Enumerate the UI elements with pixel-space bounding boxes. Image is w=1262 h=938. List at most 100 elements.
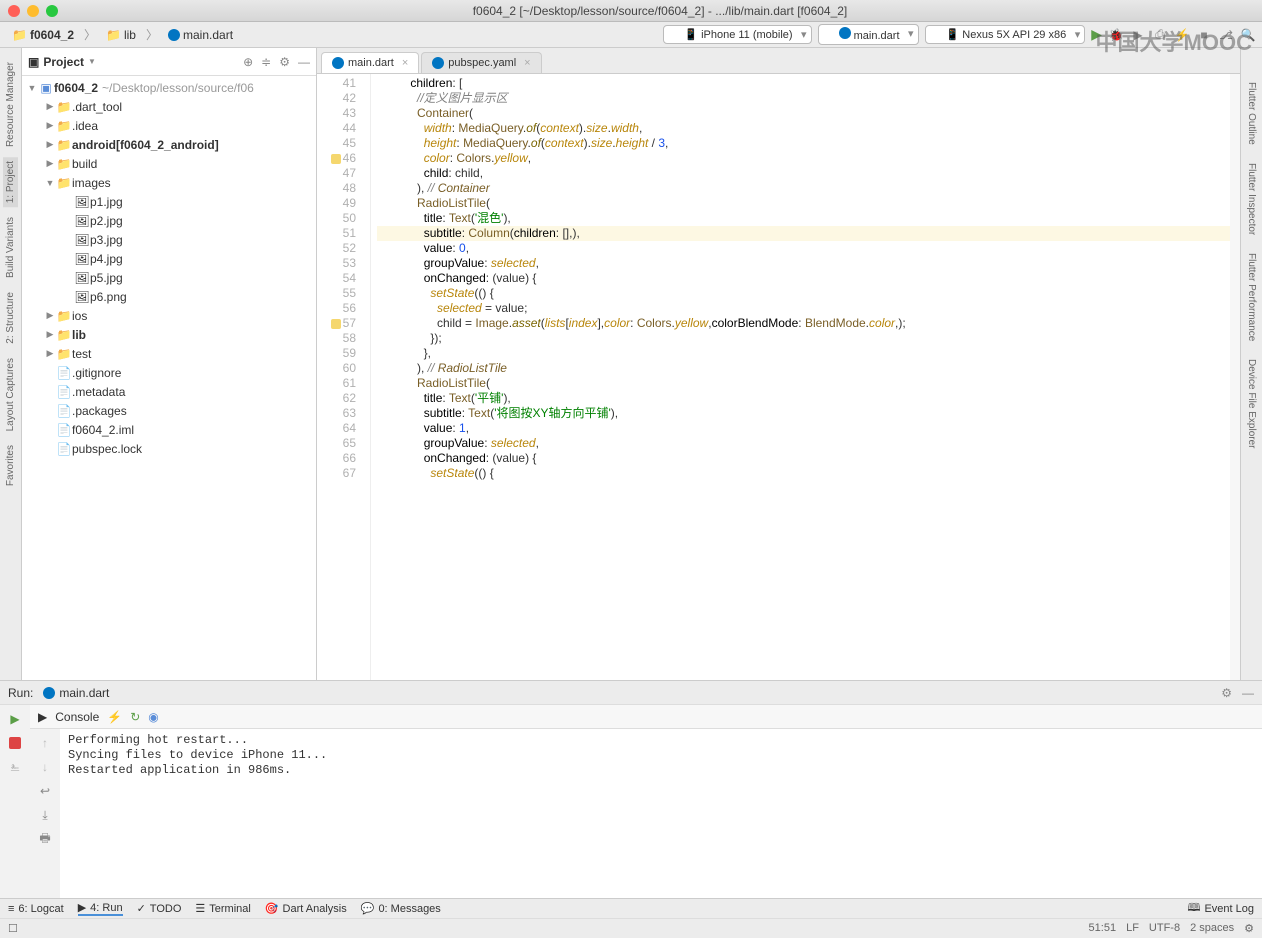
expand-icon[interactable]: ▶ (44, 120, 56, 131)
scrollbar[interactable] (1230, 74, 1240, 680)
editor-content[interactable]: children: [ //定义图片显示区 Container( width: … (371, 74, 1240, 680)
bottom-tool-button[interactable]: 💬 0: Messages (361, 902, 441, 915)
line-separator[interactable]: LF (1126, 922, 1139, 935)
indent-setting[interactable]: 2 spaces (1190, 922, 1234, 935)
phone-icon: 📱 (684, 29, 698, 41)
expand-icon[interactable]: ▶ (44, 348, 56, 359)
traffic-lights (8, 5, 58, 17)
tree-node[interactable]: 📄pubspec.lock (22, 439, 316, 458)
tree-node[interactable]: 🖼p3.jpg (22, 230, 316, 249)
side-tab[interactable]: Flutter Outline (1244, 78, 1259, 149)
side-tab[interactable]: Device File Explorer (1244, 355, 1259, 452)
project-view-selector[interactable]: ▣Project ▼ (28, 55, 96, 69)
fld-icon: 📁 (56, 138, 72, 152)
restart-icon[interactable]: ↻ (130, 710, 140, 724)
tree-node[interactable]: ▶📁build (22, 154, 316, 173)
target-icon[interactable]: ⊕ (243, 55, 253, 69)
tree-node[interactable]: 📄.metadata (22, 382, 316, 401)
run-target[interactable]: main.dart (43, 686, 109, 700)
editor-tab[interactable]: main.dart× (321, 52, 419, 73)
scroll-down-icon[interactable]: ↓ (35, 757, 55, 777)
hot-reload-icon[interactable]: ⚡ (107, 710, 122, 724)
run-config-selector[interactable]: main.dart (818, 24, 919, 45)
breadcrumb-segment[interactable]: main.dart (162, 26, 239, 44)
tree-node[interactable]: 🖼p5.jpg (22, 268, 316, 287)
side-tab[interactable]: Favorites (3, 441, 18, 490)
expand-icon[interactable]: ▶ (44, 158, 56, 169)
close-tab-icon[interactable]: × (402, 57, 408, 69)
tree-node[interactable]: ▶📁test (22, 344, 316, 363)
side-tab[interactable]: Resource Manager (3, 58, 18, 151)
expand-icon[interactable]: ▶ (44, 101, 56, 112)
breadcrumb-segment[interactable]: 📁lib (100, 26, 142, 44)
tree-node-label: p2.jpg (90, 214, 123, 228)
side-tab[interactable]: 2: Structure (3, 288, 18, 348)
tree-node[interactable]: 🖼p4.jpg (22, 249, 316, 268)
console-tab[interactable]: Console (55, 710, 99, 724)
gear-icon[interactable]: ⚙ (279, 55, 290, 69)
tree-node[interactable]: ▶📁.dart_tool (22, 97, 316, 116)
main-layout: Resource Manager 1: Project Build Variants… (0, 48, 1262, 680)
close-tab-icon[interactable]: × (524, 57, 530, 69)
tree-node[interactable]: ▼📁images (22, 173, 316, 192)
editor-gutter[interactable]: 4142434445464748495051525354555657585960… (317, 74, 371, 680)
open-devtools-icon[interactable]: ◉ (148, 710, 158, 724)
side-tab[interactable]: Flutter Inspector (1244, 159, 1259, 239)
side-tab[interactable]: Build Variants (3, 213, 18, 282)
stop-button[interactable] (5, 733, 25, 753)
expand-icon[interactable]: ▶ (44, 139, 56, 150)
minimize-window-icon[interactable] (27, 5, 39, 17)
console-output[interactable]: Performing hot restart... Syncing files … (60, 729, 1262, 898)
scroll-up-icon[interactable]: ↑ (35, 733, 55, 753)
bottom-tool-button[interactable]: 🎯 Dart Analysis (265, 902, 347, 915)
gear-icon[interactable]: ⚙ (1221, 686, 1232, 700)
tree-node[interactable]: ▶📁android [f0604_2_android] (22, 135, 316, 154)
expand-icon[interactable]: ▶ (44, 329, 56, 340)
tree-node[interactable]: ▶📁ios (22, 306, 316, 325)
side-tab[interactable]: Flutter Performance (1244, 249, 1259, 345)
side-tab[interactable]: 1: Project (3, 157, 18, 207)
hide-icon[interactable]: — (1242, 686, 1254, 700)
tree-node-label: p6.png (90, 290, 127, 304)
bottom-tool-button[interactable]: ≡ 6: Logcat (8, 903, 64, 915)
code-editor[interactable]: 4142434445464748495051525354555657585960… (317, 74, 1240, 680)
context-icon[interactable]: ⚙ (1244, 922, 1254, 935)
tree-node[interactable]: 🖼p2.jpg (22, 211, 316, 230)
scroll-end-icon[interactable]: ⤓ (35, 805, 55, 825)
breadcrumb-segment[interactable]: 📁f0604_2 (6, 26, 80, 44)
tree-node[interactable]: 📄.packages (22, 401, 316, 420)
expand-icon[interactable]: ▼ (44, 178, 56, 188)
bottom-tool-button[interactable]: ✓ TODO (137, 902, 182, 915)
bottom-tool-button[interactable]: ☰ Terminal (195, 902, 250, 915)
pause-icon[interactable]: ⎁ (5, 757, 25, 777)
print-icon[interactable]: 🖶 (35, 829, 55, 849)
close-window-icon[interactable] (8, 5, 20, 17)
tree-root[interactable]: ▼ ▣ f0604_2 ~/Desktop/lesson/source/f06 (22, 78, 316, 97)
tree-node[interactable]: 🖼p1.jpg (22, 192, 316, 211)
event-log-button[interactable]: 🕮 Event Log (1187, 899, 1254, 918)
chevron-down-icon[interactable]: ▼ (26, 83, 38, 93)
project-tree[interactable]: ▼ ▣ f0604_2 ~/Desktop/lesson/source/f06 … (22, 76, 316, 680)
bottom-tool-button[interactable]: ▶ 4: Run (78, 901, 123, 916)
status-icon[interactable]: ☐ (8, 922, 18, 935)
folder-icon: ▣ (28, 55, 39, 69)
editor-tab[interactable]: pubspec.yaml× (421, 52, 541, 73)
cursor-pos[interactable]: 51:51 (1089, 922, 1117, 935)
side-tab[interactable]: Layout Captures (3, 354, 18, 435)
zoom-window-icon[interactable] (46, 5, 58, 17)
rerun-button[interactable]: ▶ (5, 709, 25, 729)
fld-icon: 📁 (56, 119, 72, 133)
tree-node[interactable]: 📄.gitignore (22, 363, 316, 382)
collapse-icon[interactable]: ≑ (261, 55, 271, 69)
tree-node-label: test (72, 347, 91, 361)
tree-node[interactable]: ▶📁lib (22, 325, 316, 344)
soft-wrap-icon[interactable]: ↩ (35, 781, 55, 801)
device-selector[interactable]: 📱 iPhone 11 (mobile) (663, 25, 811, 44)
tree-node[interactable]: 📄f0604_2.iml (22, 420, 316, 439)
tree-node[interactable]: 🖼p6.png (22, 287, 316, 306)
tree-node[interactable]: ▶📁.idea (22, 116, 316, 135)
emulator-selector[interactable]: 📱 Nexus 5X API 29 x86 (925, 25, 1086, 44)
hide-icon[interactable]: — (298, 55, 310, 69)
file-encoding[interactable]: UTF-8 (1149, 922, 1180, 935)
expand-icon[interactable]: ▶ (44, 310, 56, 321)
